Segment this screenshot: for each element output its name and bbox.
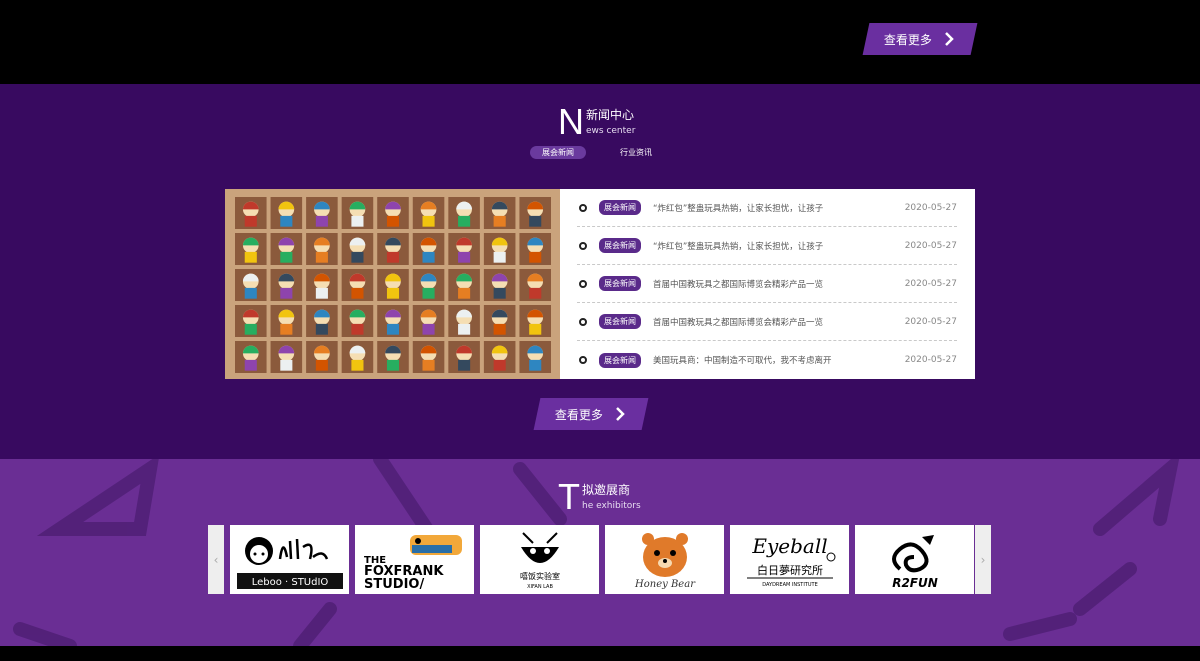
svg-text:STUDIO/: STUDIO/ bbox=[364, 577, 424, 591]
chevron-right-icon bbox=[616, 407, 625, 421]
news-date: 2020-05-27 bbox=[904, 202, 957, 213]
svg-text:Honey Bear: Honey Bear bbox=[634, 579, 696, 590]
list-item[interactable]: 展会新闻 “炸红包”整蛊玩具热销，让家长担忧，让孩子 2020-05-27 bbox=[577, 189, 957, 227]
news-tabs: 展会新闻 行业资讯 bbox=[530, 146, 664, 159]
carousel-prev-button[interactable]: ‹ bbox=[208, 525, 224, 594]
list-item[interactable]: 展会新闻 美国玩具商：中国制造不可取代，我不考虑离开 2020-05-27 bbox=[577, 341, 957, 379]
exhibitor-logo-honey-bear[interactable]: Honey Bear bbox=[605, 525, 724, 594]
tab-exhibition-news[interactable]: 展会新闻 bbox=[530, 146, 586, 159]
news-date: 2020-05-27 bbox=[904, 355, 957, 365]
exhibitor-logo-eyeball[interactable]: Eyeball 白日夢研究所 DAYDREAM INSTITUTE bbox=[730, 525, 849, 594]
exhibitor-logo-r2fun[interactable]: R2FUN bbox=[855, 525, 974, 594]
exhibitors-heading-title: 拟邀展商 bbox=[582, 483, 631, 497]
exhibitors-heading-subtitle: he exhibitors bbox=[582, 501, 641, 511]
list-item[interactable]: 展会新闻 首届中国教玩具之都国际博览会精彩产品一览 2020-05-27 bbox=[577, 303, 957, 341]
top-view-more-button[interactable]: 查看更多 bbox=[862, 23, 978, 55]
xifan-logo: 嘻饭实验室 XIFAN LAB bbox=[520, 531, 560, 590]
svg-text:DAYDREAM INSTITUTE: DAYDREAM INSTITUTE bbox=[762, 582, 818, 588]
news-list: 展会新闻 “炸红包”整蛊玩具热销，让家长担忧，让孩子 2020-05-27 展会… bbox=[577, 189, 957, 379]
bullet-icon bbox=[579, 203, 587, 212]
list-item[interactable]: 展会新闻 首届中国教玩具之都国际博览会精彩产品一览 2020-05-27 bbox=[577, 265, 957, 303]
news-title[interactable]: 首届中国教玩具之都国际博览会精彩产品一览 bbox=[653, 316, 897, 328]
news-badge: 展会新闻 bbox=[599, 276, 641, 291]
svg-text:Eyeball: Eyeball bbox=[751, 534, 827, 558]
news-title[interactable]: “炸红包”整蛊玩具热销，让家长担忧，让孩子 bbox=[653, 240, 897, 252]
news-date: 2020-05-27 bbox=[904, 240, 957, 251]
svg-text:R2FUN: R2FUN bbox=[892, 576, 938, 590]
carousel-next-button[interactable]: › bbox=[975, 525, 991, 594]
foxfrank-logo: THE FOXFRANK STUDIO/ bbox=[364, 534, 462, 591]
exhibitor-logo-xifan[interactable]: 嘻饭实验室 XIFAN LAB bbox=[480, 525, 599, 594]
news-title[interactable]: 首届中国教玩具之都国际博览会精彩产品一览 bbox=[653, 278, 897, 290]
news-badge: 展会新闻 bbox=[599, 352, 641, 368]
bullet-icon bbox=[579, 279, 587, 288]
tab-industry-info[interactable]: 行业资讯 bbox=[608, 146, 664, 159]
view-more-label: 查看更多 bbox=[554, 407, 603, 422]
chevron-right-icon: › bbox=[980, 552, 986, 567]
news-badge: 展会新闻 bbox=[599, 314, 641, 329]
svg-text:白日夢研究所: 白日夢研究所 bbox=[757, 563, 823, 577]
exhibitor-logo-lilla[interactable]: Leboo · STUdIO bbox=[230, 525, 349, 594]
news-date: 2020-05-27 bbox=[904, 278, 957, 289]
view-more-label: 查看更多 bbox=[883, 32, 932, 47]
news-heading-letter: N bbox=[558, 101, 584, 142]
exhibitor-logos: Leboo · STUdIO THE FOXFRANK STUDIO/ 嘻饭实验… bbox=[230, 525, 974, 594]
news-badge: 展会新闻 bbox=[599, 200, 641, 215]
svg-text:Leboo · STUdIO: Leboo · STUdIO bbox=[251, 577, 328, 588]
exhibitors-heading: T 拟邀展商 he exhibitors bbox=[558, 479, 641, 515]
exhibitors-section: T 拟邀展商 he exhibitors ‹ Leboo · STUdIO TH… bbox=[0, 459, 1200, 646]
news-title[interactable]: “炸红包”整蛊玩具热销，让家长担忧，让孩子 bbox=[653, 202, 897, 214]
news-badge: 展会新闻 bbox=[599, 238, 641, 253]
list-item[interactable]: 展会新闻 “炸红包”整蛊玩具热销，让家长担忧，让孩子 2020-05-27 bbox=[577, 227, 957, 265]
news-heading: N 新闻中心 ews center bbox=[558, 104, 635, 140]
chevron-left-icon: ‹ bbox=[213, 552, 219, 567]
chevron-right-icon bbox=[945, 32, 954, 46]
top-band: 查看更多 bbox=[0, 0, 1200, 84]
r2fun-logo: R2FUN bbox=[891, 534, 938, 590]
svg-text:XIFAN LAB: XIFAN LAB bbox=[527, 584, 553, 590]
bullet-icon bbox=[579, 356, 587, 364]
exhibitor-logo-foxfrank[interactable]: THE FOXFRANK STUDIO/ bbox=[355, 525, 474, 594]
bullet-icon bbox=[579, 241, 587, 250]
svg-text:嘻饭实验室: 嘻饭实验室 bbox=[520, 571, 560, 581]
news-heading-subtitle: ews center bbox=[586, 126, 636, 136]
lilla-logo: Leboo · STUdIO bbox=[236, 536, 343, 589]
news-card: 展会新闻 “炸红包”整蛊玩具热销，让家长担忧，让孩子 2020-05-27 展会… bbox=[225, 189, 975, 379]
news-feature-image[interactable] bbox=[225, 189, 560, 379]
news-date: 2020-05-27 bbox=[904, 316, 957, 327]
bottom-band bbox=[0, 646, 1200, 661]
bullet-icon bbox=[579, 317, 587, 326]
news-view-more-button[interactable]: 查看更多 bbox=[533, 398, 649, 430]
honey-bear-logo: Honey Bear bbox=[634, 532, 696, 590]
news-title[interactable]: 美国玩具商：中国制造不可取代，我不考虑离开 bbox=[653, 354, 897, 366]
exhibitors-heading-letter: T bbox=[558, 476, 580, 517]
eyeball-logo: Eyeball 白日夢研究所 DAYDREAM INSTITUTE bbox=[746, 534, 835, 588]
news-heading-title: 新闻中心 bbox=[586, 108, 635, 122]
